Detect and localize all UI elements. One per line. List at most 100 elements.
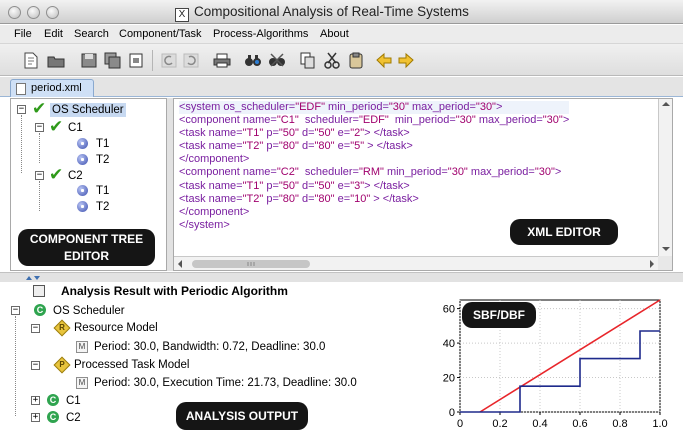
save-result-icon[interactable] bbox=[33, 285, 45, 297]
xml-token: <task bbox=[179, 192, 209, 205]
xml-line: <system os_scheduler="EDF" min_period="3… bbox=[179, 101, 570, 115]
xml-token: "RM" bbox=[358, 166, 384, 179]
minimize-window-button[interactable] bbox=[27, 6, 40, 19]
forward-arrow-icon[interactable] bbox=[397, 52, 415, 69]
xml-token: "C1" bbox=[276, 114, 299, 127]
xml-token: > bbox=[554, 166, 562, 179]
xml-token: p= bbox=[263, 140, 279, 153]
tree-node-c1[interactable]: C1 bbox=[68, 121, 83, 135]
xml-token: > bbox=[562, 114, 570, 127]
xml-token: "30" bbox=[447, 166, 468, 179]
tree-node-c2[interactable]: C2 bbox=[68, 169, 83, 183]
tree-node-c1-t2[interactable]: T2 bbox=[96, 153, 109, 167]
collapse-c2-toggle[interactable]: − bbox=[35, 171, 44, 180]
open-folder-icon[interactable] bbox=[47, 52, 65, 69]
tree-node-os-scheduler[interactable]: OS Scheduler bbox=[50, 103, 126, 117]
analysis-result-header: Analysis Result with Periodic Algorithm bbox=[13, 283, 433, 301]
xml-token: "T2" bbox=[242, 140, 264, 153]
xml-vertical-scrollbar[interactable] bbox=[658, 99, 672, 257]
collapse-os-scheduler-toggle[interactable]: − bbox=[17, 105, 26, 114]
result-node-c2[interactable]: C2 bbox=[66, 411, 81, 425]
collapse-result-root-toggle[interactable]: − bbox=[11, 306, 20, 315]
collapse-resource-model-toggle[interactable]: − bbox=[31, 324, 40, 333]
paste-icon[interactable] bbox=[347, 52, 365, 69]
zoom-window-button[interactable] bbox=[46, 6, 59, 19]
xml-token: <system bbox=[179, 101, 224, 113]
component-tree-editor-callout: COMPONENT TREE EDITOR bbox=[18, 229, 155, 266]
y-tick-label: 20 bbox=[443, 373, 455, 385]
collapse-c1-toggle[interactable]: − bbox=[35, 123, 44, 132]
result-node-task-model[interactable]: Processed Task Model bbox=[74, 358, 189, 372]
menu-component-task[interactable]: Component/Task bbox=[119, 28, 202, 40]
xml-token: > </task> bbox=[364, 140, 413, 153]
result-node-resource-model[interactable]: Resource Model bbox=[74, 321, 158, 335]
horizontal-splitter[interactable] bbox=[0, 272, 683, 282]
copy-icon[interactable] bbox=[299, 52, 317, 69]
task-icon bbox=[77, 138, 88, 149]
menu-file[interactable]: File bbox=[14, 28, 32, 40]
resource-model-detail[interactable]: Period: 30.0, Bandwidth: 0.72, Deadline:… bbox=[94, 340, 325, 354]
xml-token: </system> bbox=[179, 218, 230, 231]
tree-node-c2-t1[interactable]: T1 bbox=[96, 184, 109, 198]
model-detail-icon: M bbox=[76, 377, 88, 389]
tab-period-xml[interactable]: period.xml bbox=[10, 79, 94, 97]
task-model-badge: P bbox=[59, 360, 65, 369]
xml-token: "80" bbox=[314, 140, 335, 153]
xml-editor-callout: XML EDITOR bbox=[510, 219, 618, 245]
xml-token: "T1" bbox=[242, 127, 264, 140]
menu-search[interactable]: Search bbox=[74, 28, 109, 40]
result-node-c1[interactable]: C1 bbox=[66, 394, 81, 408]
tree-node-c2-t2[interactable]: T2 bbox=[96, 200, 109, 214]
xml-token: "30" bbox=[475, 101, 496, 113]
collapse-task-model-toggle[interactable]: − bbox=[31, 361, 40, 370]
save-all-icon[interactable] bbox=[104, 52, 122, 69]
editor-tab-strip: period.xml bbox=[0, 77, 683, 97]
toolbar bbox=[0, 44, 683, 76]
scroll-left-arrow-icon bbox=[178, 260, 182, 268]
splitter-arrows-icon[interactable] bbox=[22, 273, 62, 283]
xml-line: <component name="C1" scheduler="EDF" min… bbox=[179, 114, 569, 127]
find-replace-icon[interactable] bbox=[268, 52, 286, 69]
print-icon[interactable] bbox=[213, 52, 231, 69]
tree-node-c1-t1[interactable]: T1 bbox=[96, 137, 109, 151]
xml-token: > bbox=[495, 101, 503, 113]
xml-token: name= bbox=[208, 140, 243, 153]
print-preview-icon[interactable] bbox=[128, 52, 146, 69]
xml-token: "30" bbox=[455, 114, 476, 127]
xml-token: <component bbox=[179, 166, 243, 179]
back-arrow-icon[interactable] bbox=[375, 52, 393, 69]
xml-token: "EDF" bbox=[295, 101, 325, 113]
undo-icon[interactable] bbox=[160, 52, 178, 69]
xml-token: d= bbox=[298, 127, 315, 140]
analysis-result-title: Analysis Result with Periodic Algorithm bbox=[61, 284, 288, 298]
xml-line: </component> bbox=[179, 206, 569, 219]
xml-token: "30" bbox=[542, 114, 563, 127]
menu-process-algorithms[interactable]: Process-Algorithms bbox=[213, 28, 308, 40]
task-model-detail[interactable]: Period: 30.0, Execution Time: 21.73, Dea… bbox=[94, 376, 357, 390]
xml-token: os_scheduler= bbox=[223, 101, 296, 113]
y-tick-label: 0 bbox=[449, 407, 455, 419]
scroll-up-arrow-icon bbox=[662, 102, 670, 106]
result-node-os-scheduler[interactable]: OS Scheduler bbox=[53, 304, 125, 318]
close-window-button[interactable] bbox=[8, 6, 21, 19]
xml-token: "30" bbox=[534, 166, 555, 179]
save-icon[interactable] bbox=[80, 52, 98, 69]
expand-c2-result-toggle[interactable]: + bbox=[31, 413, 40, 422]
menu-about[interactable]: About bbox=[320, 28, 349, 40]
xml-editor-text[interactable]: <system os_scheduler="EDF" min_period="3… bbox=[179, 101, 570, 232]
xml-horizontal-scrollbar[interactable] bbox=[174, 256, 660, 270]
xml-token: max_period= bbox=[475, 114, 543, 127]
xml-token: min_period= bbox=[383, 166, 448, 179]
xml-token: <task bbox=[179, 179, 209, 192]
scroll-right-arrow-icon bbox=[650, 260, 654, 268]
menu-edit[interactable]: Edit bbox=[44, 28, 63, 40]
expand-c1-result-toggle[interactable]: + bbox=[31, 396, 40, 405]
xml-token: "EDF" bbox=[358, 114, 389, 127]
xml-line: <task name="T2" p="80" d="80" e="5" > </… bbox=[179, 140, 569, 153]
cut-icon[interactable] bbox=[323, 52, 341, 69]
new-file-icon[interactable] bbox=[22, 52, 40, 69]
redo-icon[interactable] bbox=[182, 52, 200, 69]
xml-token: p= bbox=[263, 127, 279, 140]
find-icon[interactable] bbox=[244, 52, 262, 69]
check-icon: ✔ bbox=[49, 117, 64, 136]
